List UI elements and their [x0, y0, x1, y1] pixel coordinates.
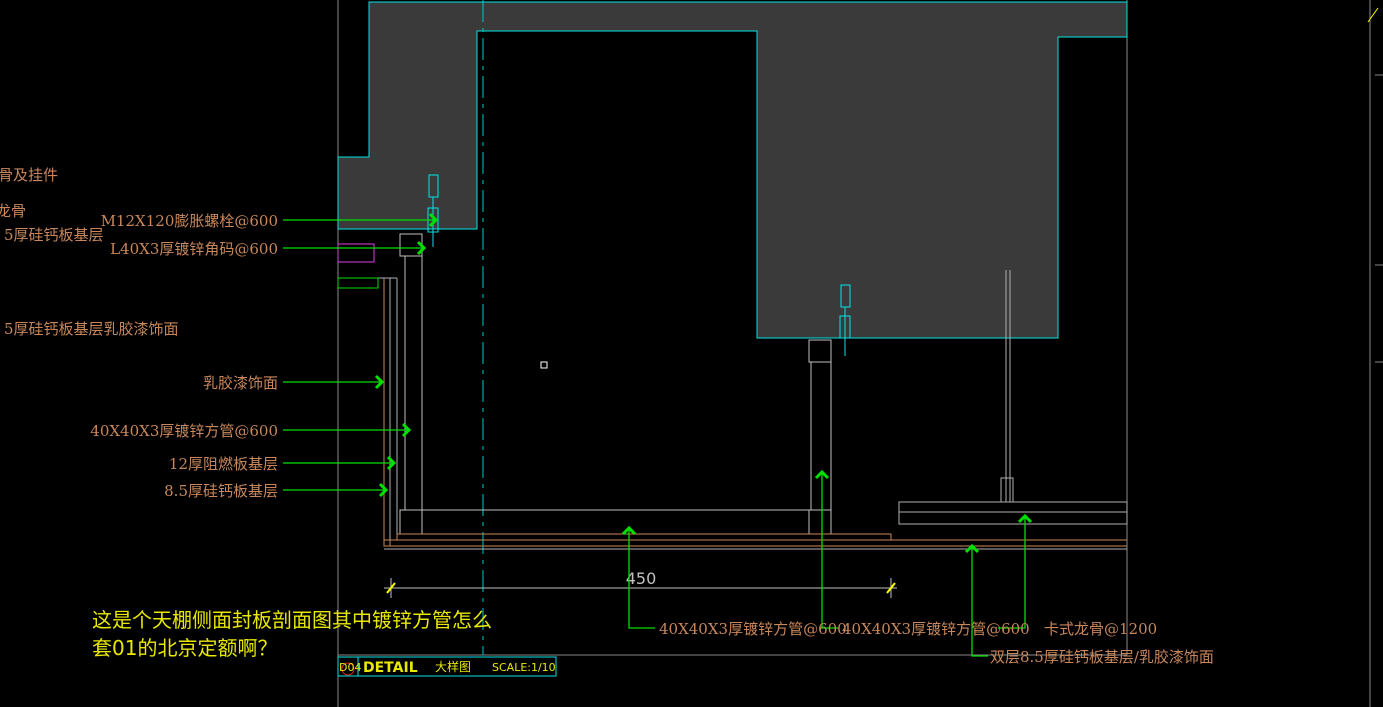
- concrete-slab: [337, 1, 1128, 339]
- ceiling-board-layers: [384, 533, 1127, 550]
- callout-bottom-tube-2: 40X40X3厚镀锌方管@600: [842, 620, 1030, 638]
- callout-expansion-bolt: M12X120膨胀螺栓@600: [101, 212, 278, 230]
- left-label-board-base: 5厚硅钙板基层: [4, 226, 104, 244]
- callout-angle-bracket: L40X3厚镀锌角码@600: [110, 240, 278, 258]
- cad-drawing-canvas[interactable]: 450 骨及挂件 龙骨 5厚硅钙板基层 5厚硅钙板基层乳胶漆饰面 M12X120…: [0, 0, 1383, 707]
- callout-latex-finish: 乳胶漆饰面: [203, 374, 278, 392]
- callout-card-keel: 卡式龙骨@1200: [1044, 620, 1157, 638]
- title-block-scale: SCALE:1/10: [492, 661, 556, 674]
- question-line-1: 这是个天棚侧面封板剖面图其中镀锌方管怎么: [92, 608, 492, 632]
- left-label-hanger: 骨及挂件: [0, 166, 58, 184]
- dimension-value: 450: [626, 569, 657, 588]
- left-label-keel: 龙骨: [0, 202, 26, 220]
- question-note: 这是个天棚侧面封板剖面图其中镀锌方管怎么 套01的北京定额啊？: [92, 606, 612, 662]
- side-panel-fragments: [1367, 0, 1383, 707]
- left-label-board-latex: 5厚硅钙板基层乳胶漆饰面: [4, 320, 179, 338]
- question-line-2: 套01的北京定额啊？: [92, 636, 278, 660]
- wall-panel-layers: [377, 277, 398, 547]
- callout-silicate-board: 8.5厚硅钙板基层: [164, 482, 278, 500]
- callout-square-tube: 40X40X3厚镀锌方管@600: [90, 422, 278, 440]
- callout-fire-board: 12厚阻燃板基层: [169, 455, 278, 473]
- cursor-pickbox: [540, 361, 548, 369]
- callout-bottom-tube-1: 40X40X3厚镀锌方管@600: [659, 620, 847, 638]
- title-block-number: D04: [339, 661, 361, 674]
- adjacent-detail-fragment: [337, 243, 379, 289]
- title-block-title: DETAIL: [363, 660, 418, 676]
- callout-double-board: 双层8.5厚硅钙板基层/乳胶漆饰面: [990, 648, 1214, 666]
